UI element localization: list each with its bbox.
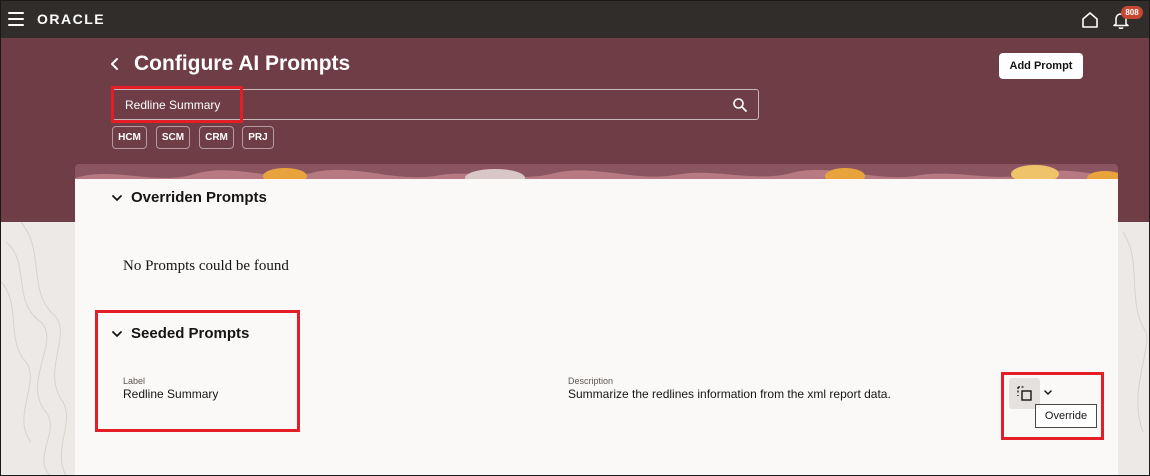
app-frame: ORACLE 808 Configure AI Prompts Add Prom… — [0, 0, 1150, 476]
description-value: Summarize the redlines information from … — [568, 387, 891, 401]
overridden-prompts-heading[interactable]: Overriden Prompts — [131, 189, 267, 206]
highlight-seeded-prompts — [95, 310, 300, 432]
filter-chip-hcm[interactable]: HCM — [112, 126, 147, 149]
add-prompt-button[interactable]: Add Prompt — [999, 53, 1083, 79]
global-header: ORACLE 808 — [1, 1, 1149, 38]
filter-chip-prj[interactable]: PRJ — [242, 126, 274, 149]
home-icon[interactable] — [1080, 10, 1100, 30]
search-icon[interactable] — [732, 97, 748, 113]
chevron-down-icon[interactable] — [111, 193, 123, 203]
empty-state-message: No Prompts could be found — [123, 258, 289, 274]
background-texture-right — [1118, 222, 1149, 475]
menu-icon[interactable] — [8, 12, 24, 26]
notification-badge: 808 — [1121, 6, 1143, 19]
oracle-logo[interactable]: ORACLE — [37, 11, 105, 27]
page-title: Configure AI Prompts — [134, 52, 351, 75]
description-caption: Description — [568, 376, 614, 386]
back-icon[interactable] — [108, 55, 122, 73]
filter-chip-scm[interactable]: SCM — [156, 126, 190, 149]
filter-chip-crm[interactable]: CRM — [199, 126, 234, 149]
background-texture-left — [1, 222, 75, 475]
highlight-search-value — [111, 86, 243, 123]
highlight-override-action — [1001, 372, 1104, 440]
